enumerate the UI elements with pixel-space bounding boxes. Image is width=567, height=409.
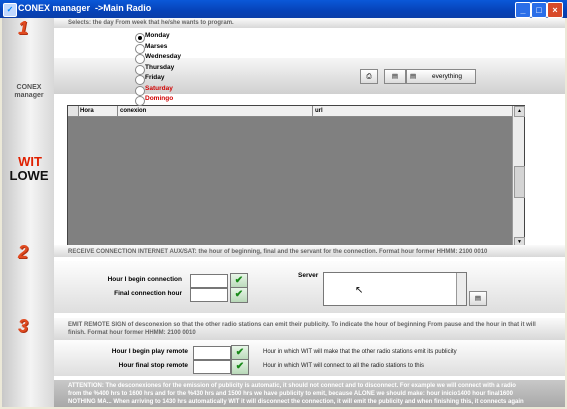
step-1-badge: 1 <box>18 18 29 38</box>
section3-instruction-line1: EMIT REMOTE SIGN of desconexion so that … <box>68 322 536 328</box>
sidebar: 1 CONEX manager WIT LOWE 2 3 <box>2 18 54 407</box>
day-label-4[interactable]: Friday <box>145 74 165 81</box>
minimize-button[interactable]: _ <box>515 2 531 18</box>
server-scrollbar[interactable] <box>456 273 466 305</box>
window-title: CONEX manager ->Main Radio <box>18 3 152 13</box>
stop-remote-label: Hour final stop remote <box>118 362 188 369</box>
attention-line3: NOTHING MA... When arriving to 1430 hrs … <box>68 399 524 405</box>
day-label-0[interactable]: Monday <box>145 32 170 39</box>
grid-icon: ▤ <box>474 295 482 302</box>
begin-connection-input[interactable] <box>190 274 228 288</box>
day-label-5[interactable]: Saturday <box>145 85 173 92</box>
day-radio-4[interactable] <box>135 75 145 85</box>
day-label-3[interactable]: Thursday <box>145 64 174 71</box>
close-button[interactable]: × <box>547 2 563 18</box>
final-connection-input[interactable] <box>190 288 228 302</box>
day-radio-2[interactable] <box>135 54 145 64</box>
everything-button[interactable]: ▤ everything <box>406 69 476 84</box>
section1-band <box>54 58 565 94</box>
check-icon: ✔ <box>234 275 244 286</box>
day-radio-5[interactable] <box>135 85 145 96</box>
stop-remote-ok-button[interactable]: ✔ <box>231 359 249 375</box>
final-connection-ok-button[interactable]: ✔ <box>230 287 248 303</box>
final-connection-label: Final connection hour <box>114 290 182 297</box>
step-3-badge: 3 <box>18 316 29 336</box>
mouse-cursor-icon: ↖ <box>355 285 364 296</box>
printer-icon: ⎙ <box>366 73 372 80</box>
maximize-button[interactable]: □ <box>531 2 547 18</box>
table-header: Hora conexion url <box>68 106 512 117</box>
section3-band <box>54 340 565 376</box>
day-radio-3[interactable] <box>135 64 145 75</box>
scroll-thumb[interactable] <box>514 166 525 198</box>
column-header-hora[interactable]: Hora <box>78 106 118 116</box>
table-scrollbar[interactable]: ▲ ▼ <box>512 106 525 248</box>
day-label-1[interactable]: Marses <box>145 43 167 50</box>
section2-instruction: RECEIVE CONNECTION INTERNET AUX/SAT: the… <box>68 249 488 255</box>
schedule-table[interactable]: Hora conexion url ▲ ▼ <box>67 105 525 249</box>
server-label: Server <box>298 272 319 279</box>
check-icon: ✔ <box>234 289 244 300</box>
everything-label: everything <box>432 73 462 80</box>
section2-band <box>54 261 565 313</box>
brand-line1: CONEX <box>16 84 42 91</box>
step-2-badge: 2 <box>18 242 29 262</box>
begin-remote-input[interactable] <box>193 346 231 360</box>
brand-line2: manager <box>14 92 44 99</box>
title-bar: ✓ CONEX manager ->Main Radio _ □ × <box>0 0 567 18</box>
column-header-url[interactable]: url <box>313 106 512 116</box>
check-icon: ✔ <box>235 347 245 358</box>
day-radio-1[interactable] <box>135 43 145 54</box>
begin-remote-description: Hour in which WIT will make that the oth… <box>263 349 457 355</box>
section1-instruction: Selects: the day From week that he/she w… <box>68 20 234 26</box>
begin-connection-label: Hour I begin connection <box>107 276 182 283</box>
grid-icon: ▤ <box>391 73 399 80</box>
day-radio-0[interactable] <box>135 33 145 43</box>
scroll-up-arrow[interactable]: ▲ <box>514 106 525 117</box>
check-icon: ✔ <box>235 361 245 372</box>
attention-line1: ATTENTION: The desconexiones for the emi… <box>68 383 516 389</box>
day-label-6[interactable]: Domingo <box>145 95 173 102</box>
attention-line2: from the %400 hrs to 1600 hrs and for th… <box>68 391 513 397</box>
wit-logo: WIT <box>18 154 42 169</box>
main-window: 1 CONEX manager WIT LOWE 2 3 Selects: th… <box>2 18 565 407</box>
print-button[interactable]: ⎙ <box>360 69 378 84</box>
grid-icon: ▤ <box>410 73 417 80</box>
day-label-2[interactable]: Wednesday <box>145 53 181 60</box>
stop-remote-input[interactable] <box>193 360 231 374</box>
server-textbox[interactable] <box>323 272 467 306</box>
begin-remote-label: Hour I begin play remote <box>111 348 188 355</box>
section3-instruction-line2: finish. Format hour former HHMM: 2100 00… <box>68 330 196 336</box>
stop-remote-description: Hour in which WIT will connect to all th… <box>263 363 424 369</box>
server-action-button[interactable]: ▤ <box>469 291 487 306</box>
lowe-logo: LOWE <box>9 168 49 183</box>
day-radio-6[interactable] <box>135 96 145 106</box>
column-header-conexion[interactable]: conexion <box>118 106 313 116</box>
app-icon: ✓ <box>3 3 17 17</box>
grid-button-1[interactable]: ▤ <box>384 69 406 84</box>
